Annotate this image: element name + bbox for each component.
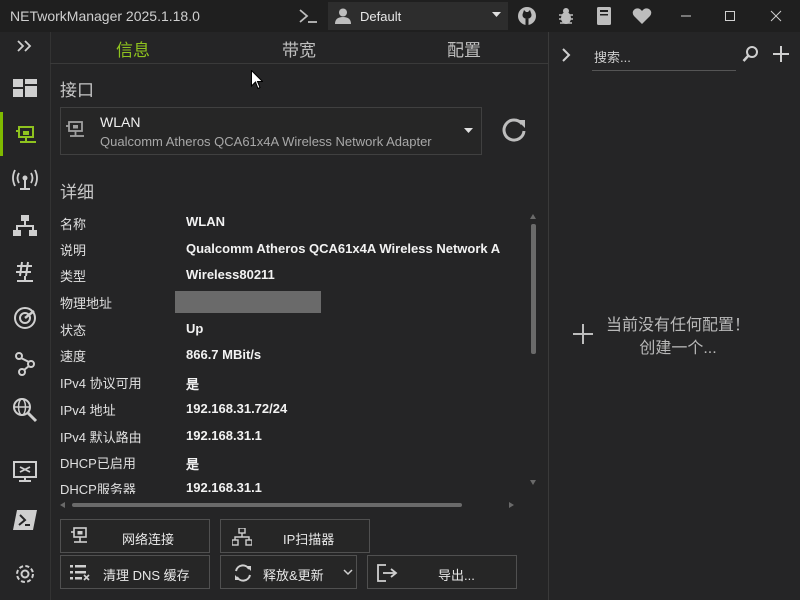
profile-selector[interactable]: Default — [328, 2, 508, 30]
chevron-down-icon — [464, 128, 473, 134]
minimize-button[interactable] — [672, 2, 700, 30]
refresh-icon[interactable] — [500, 116, 528, 144]
detail-label-status: 状态 — [60, 323, 87, 338]
detail-label-type: 类型 — [60, 269, 87, 284]
export-icon — [377, 564, 399, 582]
search-input[interactable] — [592, 44, 736, 71]
remote-desktop-icon[interactable] — [0, 450, 50, 494]
ping-monitor-icon[interactable] — [0, 296, 50, 340]
scroll-left-arrow-icon[interactable] — [60, 502, 66, 508]
maximize-button[interactable] — [716, 2, 744, 30]
search-icon[interactable] — [742, 45, 760, 63]
documentation-icon[interactable] — [590, 2, 618, 30]
traceroute-icon[interactable] — [0, 342, 50, 386]
profile-name: Default — [360, 8, 402, 24]
chevron-down-icon[interactable] — [343, 569, 353, 576]
detail-label-ipv4-available: IPv4 协议可用 — [60, 376, 142, 391]
port-scanner-icon[interactable] — [0, 250, 50, 294]
heart-icon[interactable] — [628, 2, 656, 30]
export-button[interactable]: 导出... — [367, 555, 517, 589]
powershell-icon[interactable] — [294, 2, 322, 30]
detail-label-dhcp-server: DHCP服务器 — [60, 482, 136, 494]
bug-icon[interactable] — [552, 2, 580, 30]
flush-dns-button[interactable]: 清理 DNS 缓存 — [60, 555, 210, 589]
detail-value-dhcp-enabled: 是 — [186, 457, 200, 472]
interface-section-title: 接口 — [60, 81, 94, 100]
detail-label-mac-address: 物理地址 — [60, 296, 113, 311]
detail-value-dhcp-server: 192.168.31.1 — [186, 480, 262, 494]
scroll-up-arrow-icon[interactable] — [530, 214, 536, 220]
detail-label-name: 名称 — [60, 217, 87, 232]
tab-bandwidth[interactable]: 带宽 — [282, 36, 316, 61]
scroll-down-arrow-icon[interactable] — [530, 480, 536, 486]
list-clear-icon — [70, 564, 90, 582]
scroll-right-arrow-icon[interactable] — [509, 502, 515, 508]
detail-value-ipv4-address: 192.168.31.72/24 — [186, 401, 288, 416]
export-label: 导出... — [438, 568, 475, 583]
detail-label-speed: 速度 — [60, 349, 87, 364]
detail-value-speed: 866.7 MBit/s — [186, 347, 262, 362]
chevron-down-icon — [492, 12, 501, 18]
release-renew-button[interactable]: 释放&更新 — [220, 555, 357, 589]
user-icon — [334, 7, 352, 25]
detail-label-ipv4-address: IPv4 地址 — [60, 403, 116, 418]
dns-lookup-icon[interactable] — [0, 388, 50, 432]
settings-gear-icon[interactable] — [0, 552, 50, 596]
detail-value-type: Wireless80211 — [186, 267, 275, 282]
interface-name: WLAN — [100, 114, 141, 130]
network-interface-icon[interactable] — [0, 112, 53, 156]
powershell-nav-icon[interactable] — [0, 498, 50, 542]
mac-address-redacted — [175, 291, 321, 313]
interface-description: Qualcomm Atheros QCA61x4A Wireless Netwo… — [100, 134, 432, 149]
github-icon[interactable] — [513, 2, 541, 30]
empty-state-line2[interactable]: 创建一个... — [600, 337, 756, 360]
empty-state-message[interactable]: 当前没有任何配置！ 创建一个... — [600, 314, 756, 360]
tab-information[interactable]: 信息 — [116, 36, 150, 61]
ip-scanner-button[interactable]: IP扫描器 — [220, 519, 370, 553]
left-navigation — [0, 32, 51, 600]
network-adapter-icon — [65, 118, 89, 142]
detail-value-name: WLAN — [186, 214, 225, 229]
interface-selector[interactable]: WLAN Qualcomm Atheros QCA61x4A Wireless … — [60, 107, 482, 155]
detail-value-description: Qualcomm Atheros QCA61x4A Wireless Netwo… — [186, 241, 501, 256]
network-connections-button[interactable]: 网络连接 — [60, 519, 210, 553]
detail-label-description: 说明 — [60, 243, 87, 258]
detail-value-status: Up — [186, 321, 204, 336]
expand-nav-icon[interactable] — [0, 24, 50, 68]
app-title: NETworkManager 2025.1.18.0 — [10, 8, 200, 24]
network-connections-label: 网络连接 — [122, 532, 175, 547]
tab-profile[interactable]: 配置 — [447, 36, 481, 61]
ip-scanner-icon[interactable] — [0, 204, 50, 248]
details-section-title: 详细 — [60, 183, 94, 202]
detail-label-ipv4-gateway: IPv4 默认路由 — [60, 430, 142, 445]
empty-state-line1: 当前没有任何配置！ — [605, 317, 750, 334]
detail-value-ipv4-available: 是 — [186, 377, 200, 392]
create-profile-plus-icon[interactable] — [572, 323, 594, 345]
detail-label-dhcp-enabled: DHCP已启用 — [60, 456, 136, 471]
network-adapter-icon — [70, 526, 92, 546]
flush-dns-label: 清理 DNS 缓存 — [103, 568, 190, 583]
ip-scanner-icon — [232, 528, 252, 546]
mouse-cursor-icon — [251, 70, 263, 90]
vertical-scrollbar[interactable] — [531, 224, 536, 354]
refresh-icon — [233, 563, 253, 583]
add-profile-icon[interactable] — [772, 45, 790, 63]
close-button[interactable] — [762, 2, 790, 30]
release-renew-label: 释放&更新 — [263, 568, 324, 583]
dashboard-icon[interactable] — [0, 66, 50, 110]
details-list: 名称 WLAN 说明 Qualcomm Atheros QCA61x4A Wir… — [50, 210, 530, 494]
horizontal-scrollbar[interactable] — [72, 503, 462, 507]
wifi-icon[interactable] — [0, 158, 50, 202]
ip-scanner-label: IP扫描器 — [283, 532, 335, 547]
tab-divider — [50, 63, 548, 64]
chevron-right-icon[interactable] — [561, 47, 571, 63]
detail-value-ipv4-gateway: 192.168.31.1 — [186, 428, 262, 443]
